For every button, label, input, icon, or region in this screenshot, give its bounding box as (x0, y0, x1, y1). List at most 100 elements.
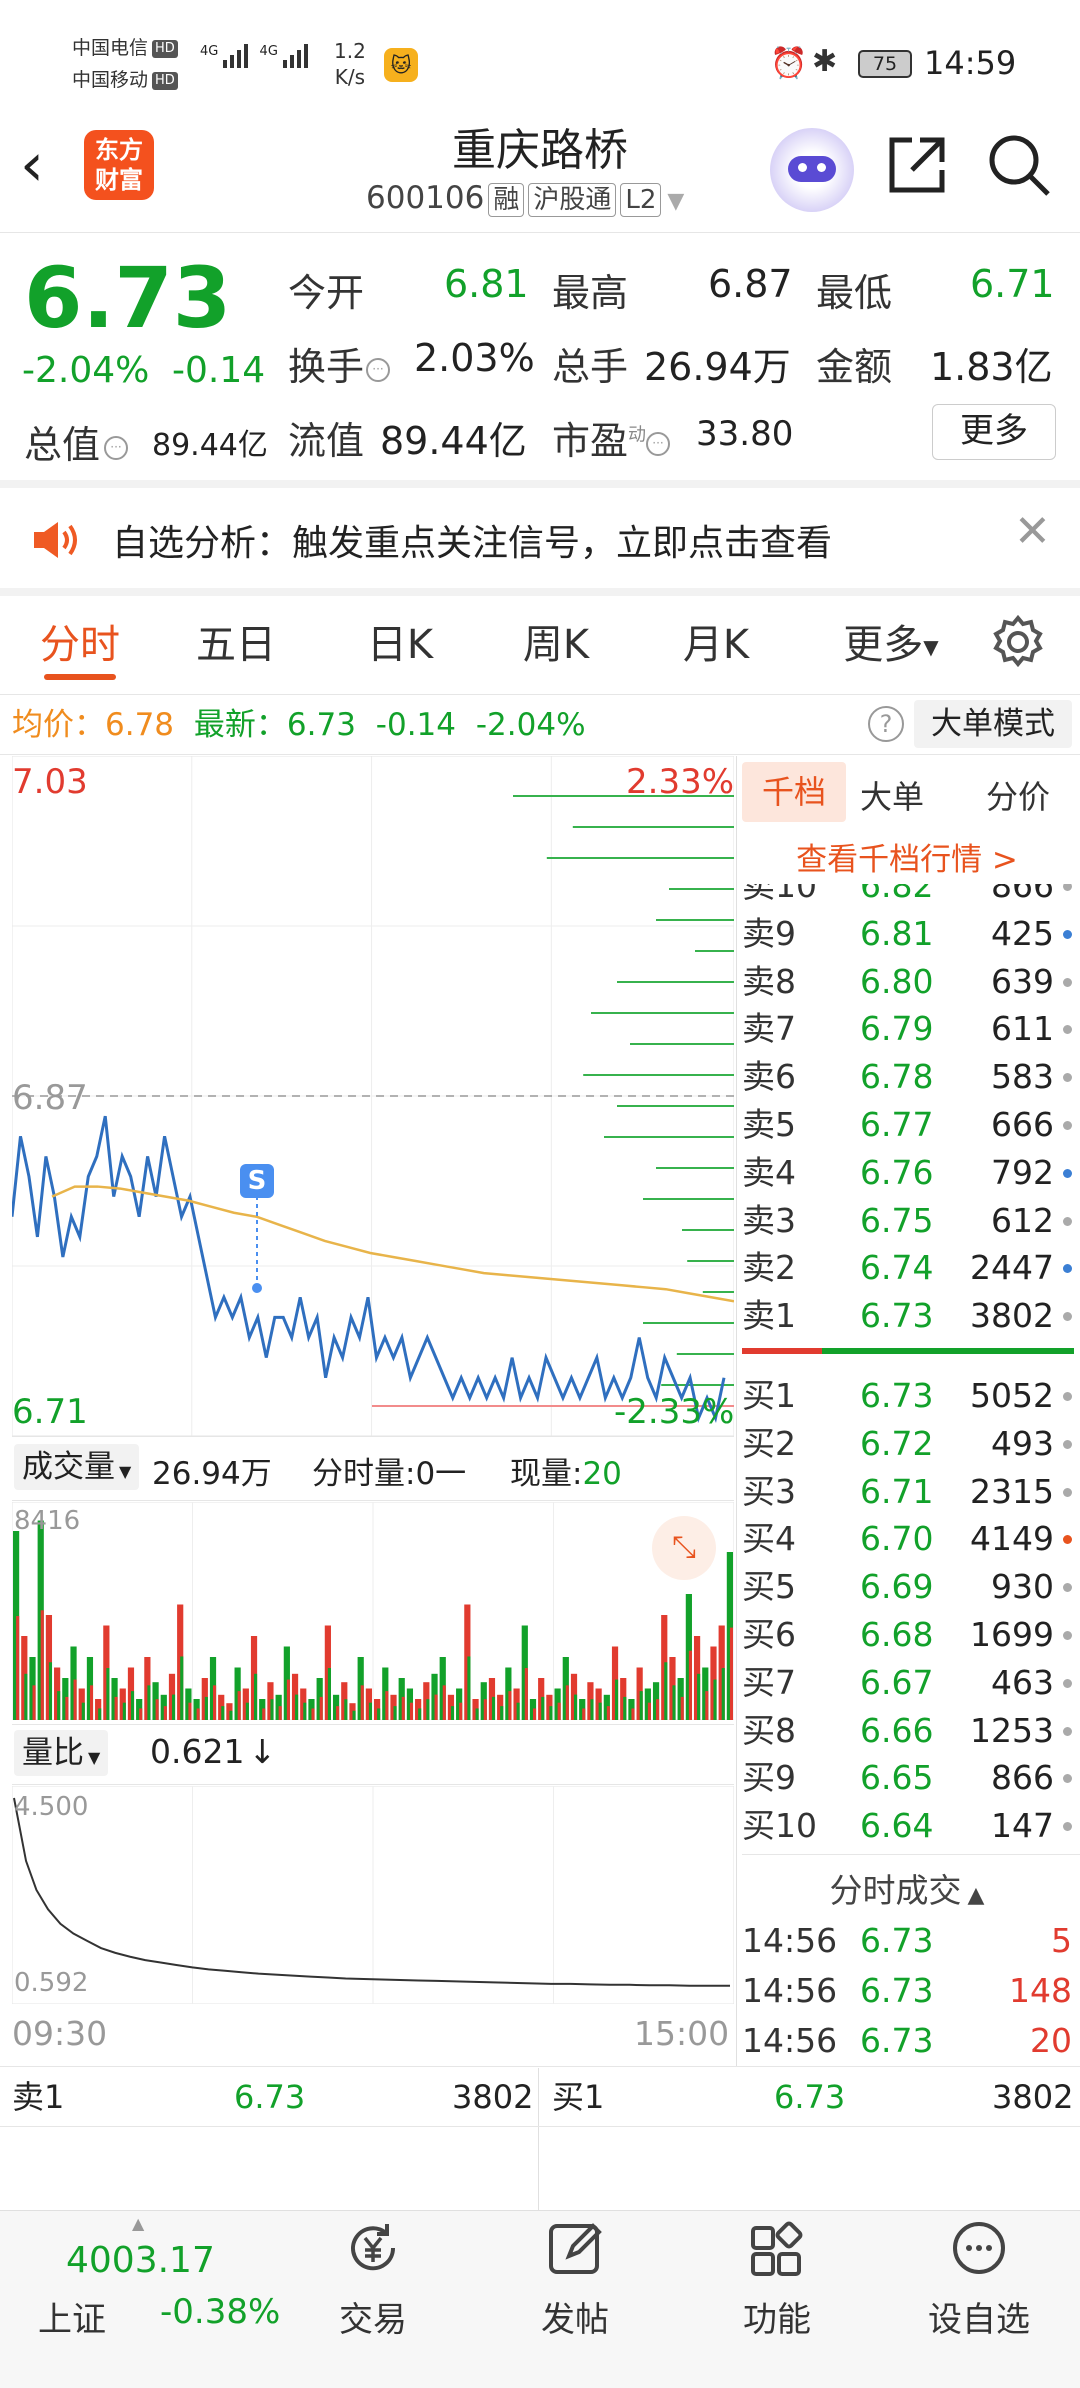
nav-functions[interactable]: 功能 (712, 2218, 842, 2341)
search-icon[interactable] (986, 132, 1052, 198)
volume-bar (590, 1699, 594, 1720)
volume-bar (327, 1668, 331, 1720)
ask-volume: 2447 (970, 1248, 1054, 1288)
ratio-indicator-select[interactable]: 量比 ▼ (14, 1730, 109, 1776)
order-dot-icon (1063, 1216, 1072, 1226)
tab-weekly[interactable]: 周K (496, 612, 616, 670)
tick-time: 14:56 (742, 1971, 838, 2010)
ref-price-label: 6.87 (12, 1078, 88, 1118)
index-name[interactable]: 上证 (38, 2292, 106, 2341)
volume-bar (574, 1694, 578, 1720)
tab-price-split[interactable]: 分价 (986, 772, 1050, 818)
settings-gear-icon[interactable] (990, 614, 1046, 670)
volume-bar (188, 1702, 192, 1720)
volume-bar (639, 1691, 643, 1720)
bid-row[interactable]: 买2 6.72 493 (742, 1420, 1072, 1468)
bid-row[interactable]: 买8 6.66 1253 (742, 1707, 1072, 1755)
ask-row[interactable]: 卖1 6.73 3802 (742, 1292, 1072, 1340)
notice-bar[interactable]: 自选分析：触发重点关注信号，立即点击查看 ✕ (0, 488, 1080, 588)
ask-label: 卖1 (742, 1296, 796, 1336)
best-ask-label: 卖1 (12, 2078, 65, 2116)
volume-bar (475, 1708, 479, 1720)
order-dot-icon (1063, 1073, 1072, 1083)
volume-indicator-select[interactable]: 成交量 ▼ (14, 1444, 140, 1490)
volume-bar (582, 1708, 586, 1720)
volume-bar (40, 1610, 44, 1720)
volume-bar (688, 1650, 692, 1720)
tab-big-orders[interactable]: 大单 (860, 772, 924, 818)
assistant-icon[interactable] (770, 128, 854, 212)
ask-row[interactable]: 卖5 6.77 666 (742, 1101, 1072, 1149)
volume-bar (442, 1685, 446, 1720)
volume-bar (647, 1702, 651, 1720)
ask-row[interactable]: 卖3 6.75 612 (742, 1197, 1072, 1245)
ask-row[interactable]: 卖2 6.74 2447 (742, 1244, 1072, 1292)
pe-label[interactable]: 市盈动 ··· (552, 410, 671, 465)
tab-intraday[interactable]: 分时 (20, 612, 140, 670)
volume-bar (286, 1679, 290, 1720)
close-icon[interactable]: ✕ (1014, 506, 1051, 557)
order-dot-icon (1063, 884, 1072, 891)
bid-volume: 1699 (970, 1615, 1054, 1654)
bid-label: 买3 (742, 1471, 796, 1511)
ask-price: 6.74 (860, 1248, 934, 1288)
volume-bar (680, 1696, 684, 1720)
volume-chart[interactable] (12, 1502, 734, 1720)
ask-row[interactable]: 卖7 6.79 611 (742, 1005, 1072, 1053)
expand-icon[interactable]: ⤡ (652, 1516, 716, 1580)
pe-value: 33.80 (696, 414, 794, 454)
share-icon[interactable] (886, 134, 948, 196)
ask-row[interactable]: 卖4 6.76 792 (742, 1149, 1072, 1197)
amount-value: 1.83亿 (930, 345, 1053, 389)
bid-price: 6.70 (860, 1519, 934, 1559)
bid-row[interactable]: 买5 6.69 930 (742, 1563, 1072, 1611)
high-label: 最高 (552, 271, 629, 315)
tab-depth[interactable]: 千档 (742, 762, 846, 822)
bid-row[interactable]: 买1 6.73 5052 (742, 1372, 1072, 1420)
bid-row[interactable]: 买6 6.68 1699 (742, 1611, 1072, 1659)
big-order-mode-button[interactable]: 大单模式 (914, 700, 1072, 748)
trade-ticks-header[interactable]: 分时成交 ▲ (742, 1864, 1072, 1912)
bid-row[interactable]: 买3 6.71 2315 (742, 1468, 1072, 1516)
tab-5day[interactable]: 五日 (176, 612, 296, 670)
stock-code-line[interactable]: 600106 融沪股通 L2 ▼ (366, 180, 684, 217)
nav-post[interactable]: 发帖 (510, 2218, 640, 2341)
tick-volume: 20 (1030, 2021, 1072, 2060)
high-value: 6.87 (708, 262, 793, 306)
turnover-label[interactable]: 换手 ··· (288, 336, 391, 391)
help-icon[interactable]: ? (868, 706, 904, 742)
tab-more[interactable]: 更多▼ (826, 612, 956, 670)
volume-bar (360, 1685, 364, 1720)
intraday-chart[interactable] (12, 756, 734, 1436)
nav-trade[interactable]: 交易 (308, 2218, 438, 2341)
volume-bar (295, 1694, 299, 1720)
volume-bar (65, 1696, 69, 1720)
volume-bar (89, 1685, 94, 1720)
mktcap-label[interactable]: 总值 ··· (24, 414, 129, 469)
bid-label: 买4 (742, 1519, 796, 1559)
volume-bar (409, 1702, 414, 1720)
order-dot-icon (1063, 1264, 1072, 1274)
y-axis-bottom: 6.71 (12, 1392, 88, 1432)
index-value[interactable]: 4003.17 (66, 2240, 215, 2281)
bid-row[interactable]: 买10 6.64 147 (742, 1802, 1072, 1850)
depth-link[interactable]: 查看千档行情 > (742, 834, 1072, 879)
ask-label: 卖7 (742, 1009, 796, 1049)
turnover-value: 2.03% (414, 336, 535, 380)
bid-row[interactable]: 买4 6.70 4149 (742, 1515, 1072, 1563)
volume-bar (278, 1706, 282, 1720)
bid-row[interactable]: 买9 6.65 866 (742, 1754, 1072, 1802)
volume-bar (163, 1706, 167, 1720)
bid-row[interactable]: 买7 6.67 463 (742, 1659, 1072, 1707)
ask-row[interactable]: 卖9 6.81 425 (742, 910, 1072, 958)
sell-signal-marker[interactable]: S (240, 1164, 274, 1198)
ask-volume: 639 (991, 961, 1054, 1001)
nav-add-watchlist[interactable]: 设自选 (914, 2218, 1044, 2341)
order-dot-icon (1063, 1726, 1072, 1736)
ask-row[interactable]: 卖8 6.80 639 (742, 958, 1072, 1006)
tab-daily[interactable]: 日K (340, 612, 460, 670)
more-button[interactable]: 更多 (932, 404, 1056, 460)
tick-time: 14:56 (742, 1921, 838, 1960)
ask-row[interactable]: 卖6 6.78 583 (742, 1053, 1072, 1101)
tab-monthly[interactable]: 月K (656, 612, 776, 670)
